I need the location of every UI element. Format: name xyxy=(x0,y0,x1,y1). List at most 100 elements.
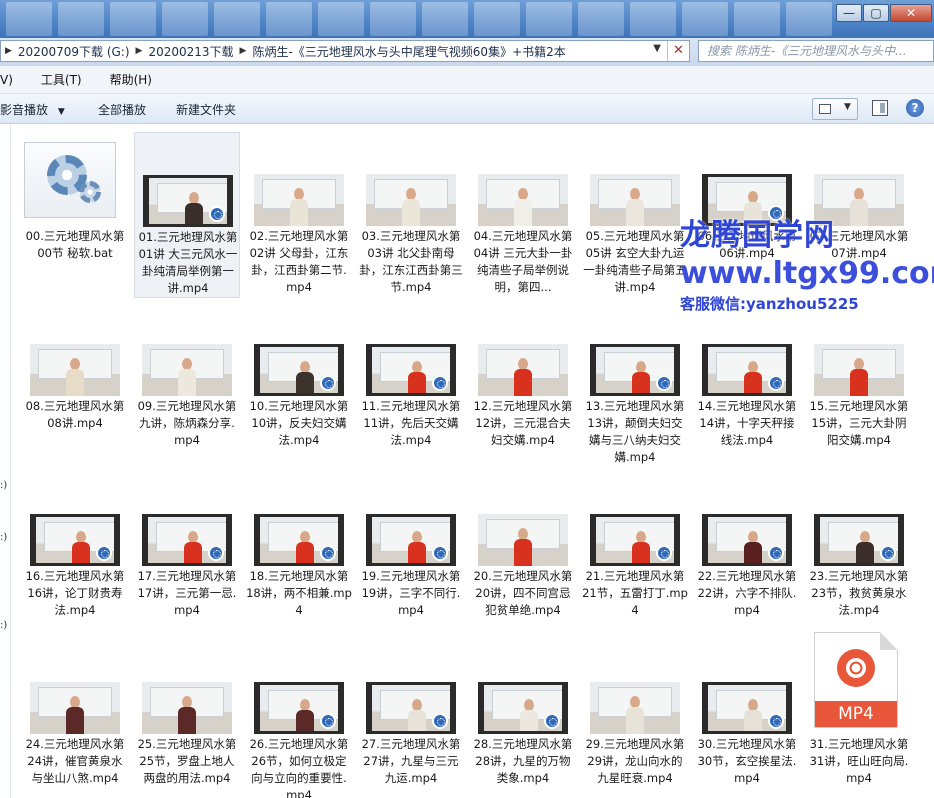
file-item[interactable]: 21.三元地理风水第21节，五雷打丁.mp4 xyxy=(582,472,688,638)
video-thumbnail xyxy=(814,174,904,226)
file-name: 27.三元地理风水第27讲，九星与三元九运.mp4 xyxy=(361,737,461,785)
play-label: 影音播放 xyxy=(0,103,49,117)
file-item[interactable]: 17.三元地理风水第17讲，三元第一忌.mp4 xyxy=(134,472,240,638)
mp4-file-icon: MP4 xyxy=(814,632,898,728)
file-item[interactable]: 23.三元地理风水第23节，救贫黄泉水法.mp4 xyxy=(806,472,912,638)
chevron-right-icon: ▶ xyxy=(5,46,12,56)
file-item[interactable]: MP4 31.三元地理风水第31讲，旺山旺向局.mp4 xyxy=(806,632,912,790)
video-thumbnail xyxy=(254,174,344,226)
file-name: 15.三元地理风水第15讲，三元大卦阴阳交媾.mp4 xyxy=(809,399,909,447)
minimize-button[interactable]: — xyxy=(836,4,862,22)
video-thumbnail xyxy=(142,682,232,734)
play-button[interactable]: 影音播放 ▼ xyxy=(0,101,65,118)
file-name: 17.三元地理风水第17讲，三元第一忌.mp4 xyxy=(137,569,237,617)
file-name: 11.三元地理风水第11讲，先后天交媾法.mp4 xyxy=(361,399,461,447)
file-name: 19.三元地理风水第19讲，三字不同行.mp4 xyxy=(361,569,461,617)
file-name: 23.三元地理风水第23节，救贫黄泉水法.mp4 xyxy=(809,569,909,617)
video-thumbnail xyxy=(590,344,680,396)
nav-mark[interactable]: :) xyxy=(0,480,7,491)
video-thumbnail xyxy=(366,514,456,566)
file-item[interactable]: 13.三元地理风水第13讲，颠倒夫妇交媾与三八纳夫妇交媾.mp4 xyxy=(582,302,688,468)
media-player-badge-icon xyxy=(768,205,784,221)
address-bar[interactable]: ▶ 20200709下载 (G:) ▶ 20200213下载 ▶ 陈炳生-《三元… xyxy=(0,40,690,62)
video-thumbnail xyxy=(590,174,680,226)
media-player-badge-icon xyxy=(768,713,784,729)
file-item[interactable]: 06.三元地理风水第06讲.mp4 xyxy=(694,132,800,298)
file-item[interactable]: 28.三元地理风水第28讲，九星的万物类象.mp4 xyxy=(470,640,576,790)
file-item[interactable]: 14.三元地理风水第14讲，十字天秤接线法.mp4 xyxy=(694,302,800,468)
search-input[interactable]: 搜索 陈炳生-《三元地理风水与头中... xyxy=(698,40,934,62)
file-item[interactable]: 03.三元地理风水第03讲 北父卦南母卦，江东江西卦第三节.mp4 xyxy=(358,132,464,298)
file-item[interactable]: 24.三元地理风水第24讲，催官黄泉水与坐山八煞.mp4 xyxy=(22,640,128,790)
media-player-badge-icon xyxy=(320,713,336,729)
video-thumbnail xyxy=(590,514,680,566)
menu-view[interactable]: V) xyxy=(0,73,13,87)
chevron-down-icon[interactable]: ▼ xyxy=(653,43,661,54)
file-item[interactable]: 08.三元地理风水第08讲.mp4 xyxy=(22,302,128,468)
maximize-button[interactable]: ▢ xyxy=(863,4,889,22)
breadcrumb-folder[interactable]: 20200213下载 xyxy=(144,43,237,60)
preview-pane-icon[interactable] xyxy=(872,100,888,116)
close-icon[interactable]: ✕ xyxy=(667,41,689,61)
mp4-tag: MP4 xyxy=(815,701,897,727)
file-name: 25.三元地理风水第25节，罗盘上地人两盘的用法.mp4 xyxy=(137,737,237,785)
file-item[interactable]: 16.三元地理风水第16讲，论丁财贵寿法.mp4 xyxy=(22,472,128,638)
menu-help[interactable]: 帮助(H) xyxy=(110,71,152,88)
nav-mark[interactable]: :) xyxy=(0,620,7,631)
media-player-badge-icon xyxy=(768,545,784,561)
title-bar: — ▢ ✕ xyxy=(0,0,934,38)
file-item[interactable]: 20.三元地理风水第20讲，四不同宫忌犯贫单绝.mp4 xyxy=(470,472,576,638)
video-thumbnail xyxy=(30,514,120,566)
chevron-down-icon: ▼ xyxy=(57,107,65,117)
file-item[interactable]: 00.三元地理风水第00节 秘软.bat xyxy=(22,132,128,298)
file-name: 10.三元地理风水第10讲，反夫妇交媾法.mp4 xyxy=(249,399,349,447)
file-name: 30.三元地理风水第30节，玄空挨星法.mp4 xyxy=(697,737,797,785)
file-item[interactable]: 25.三元地理风水第25节，罗盘上地人两盘的用法.mp4 xyxy=(134,640,240,790)
nav-mark[interactable]: :) xyxy=(0,532,7,543)
media-player-badge-icon xyxy=(96,545,112,561)
file-item[interactable]: 26.三元地理风水第26节，如何立极定向与立向的重要性.mp4 xyxy=(246,640,352,798)
file-name: 06.三元地理风水第06讲.mp4 xyxy=(697,229,797,260)
settings-gear-icon xyxy=(24,142,116,218)
file-item[interactable]: 27.三元地理风水第27讲，九星与三元九运.mp4 xyxy=(358,640,464,790)
file-item[interactable]: 15.三元地理风水第15讲，三元大卦阴阳交媾.mp4 xyxy=(806,302,912,468)
video-thumbnail xyxy=(702,344,792,396)
file-list: 00.三元地理风水第00节 秘软.bat 01.三元地理风水第01讲 大三元风水一… xyxy=(11,124,934,798)
video-thumbnail xyxy=(702,514,792,566)
play-all-button[interactable]: 全部播放 xyxy=(98,101,146,118)
file-item[interactable]: 05.三元地理风水第05讲 玄空大卦九运一卦纯清些子局第五讲.mp4 xyxy=(582,132,688,298)
menu-tools[interactable]: 工具(T) xyxy=(41,71,82,88)
media-player-badge-icon xyxy=(320,375,336,391)
file-item[interactable]: 29.三元地理风水第29讲，龙山向水的九星旺衰.mp4 xyxy=(582,640,688,790)
file-name: 12.三元地理风水第12讲，三元混合夫妇交媾.mp4 xyxy=(473,399,573,447)
file-item[interactable]: 18.三元地理风水第18讲，两不相兼.mp4 xyxy=(246,472,352,638)
breadcrumb-current[interactable]: 陈炳生-《三元地理风水与头中尾理气视频60集》+书籍2本 xyxy=(248,43,569,60)
media-player-badge-icon xyxy=(432,375,448,391)
file-item[interactable]: 22.三元地理风水第22讲，六字不排队.mp4 xyxy=(694,472,800,638)
file-item[interactable]: 11.三元地理风水第11讲，先后天交媾法.mp4 xyxy=(358,302,464,468)
file-item[interactable]: 30.三元地理风水第30节，玄空挨星法.mp4 xyxy=(694,640,800,790)
file-item[interactable]: 10.三元地理风水第10讲，反夫妇交媾法.mp4 xyxy=(246,302,352,468)
media-player-badge-icon xyxy=(768,375,784,391)
help-icon[interactable]: ? xyxy=(906,99,924,117)
video-thumbnail xyxy=(814,514,904,566)
video-thumbnail xyxy=(30,682,120,734)
file-item[interactable]: 07.三元地理风水第07讲.mp4 xyxy=(806,132,912,298)
file-item[interactable]: 01.三元地理风水第01讲 大三元风水一卦纯清局举例第一讲.mp4 xyxy=(134,132,240,298)
file-name: 24.三元地理风水第24讲，催官黄泉水与坐山八煞.mp4 xyxy=(25,737,125,785)
file-item[interactable]: 19.三元地理风水第19讲，三字不同行.mp4 xyxy=(358,472,464,638)
close-button[interactable]: ✕ xyxy=(890,4,932,22)
file-name: 13.三元地理风水第13讲，颠倒夫妇交媾与三八纳夫妇交媾.mp4 xyxy=(585,399,685,464)
file-item[interactable]: 04.三元地理风水第04讲 三元大卦一卦纯清些子局举例说明，第四... xyxy=(470,132,576,298)
address-row: ▶ 20200709下载 (G:) ▶ 20200213下载 ▶ 陈炳生-《三元… xyxy=(0,38,934,66)
media-player-badge-icon xyxy=(544,713,560,729)
new-folder-button[interactable]: 新建文件夹 xyxy=(176,101,236,118)
file-item[interactable]: 02.三元地理风水第02讲 父母卦，江东卦，江西卦第二节.mp4 xyxy=(246,132,352,298)
file-name: 05.三元地理风水第05讲 玄空大卦九运一卦纯清些子局第五讲.mp4 xyxy=(583,229,687,294)
media-player-badge-icon xyxy=(432,713,448,729)
file-name: 21.三元地理风水第21节，五雷打丁.mp4 xyxy=(582,569,688,617)
view-options-button[interactable]: ▼ xyxy=(812,98,858,120)
file-item[interactable]: 09.三元地理风水第九讲，陈炳森分享.mp4 xyxy=(134,302,240,468)
file-item[interactable]: 12.三元地理风水第12讲，三元混合夫妇交媾.mp4 xyxy=(470,302,576,468)
breadcrumb-drive[interactable]: 20200709下载 (G:) xyxy=(14,43,134,60)
